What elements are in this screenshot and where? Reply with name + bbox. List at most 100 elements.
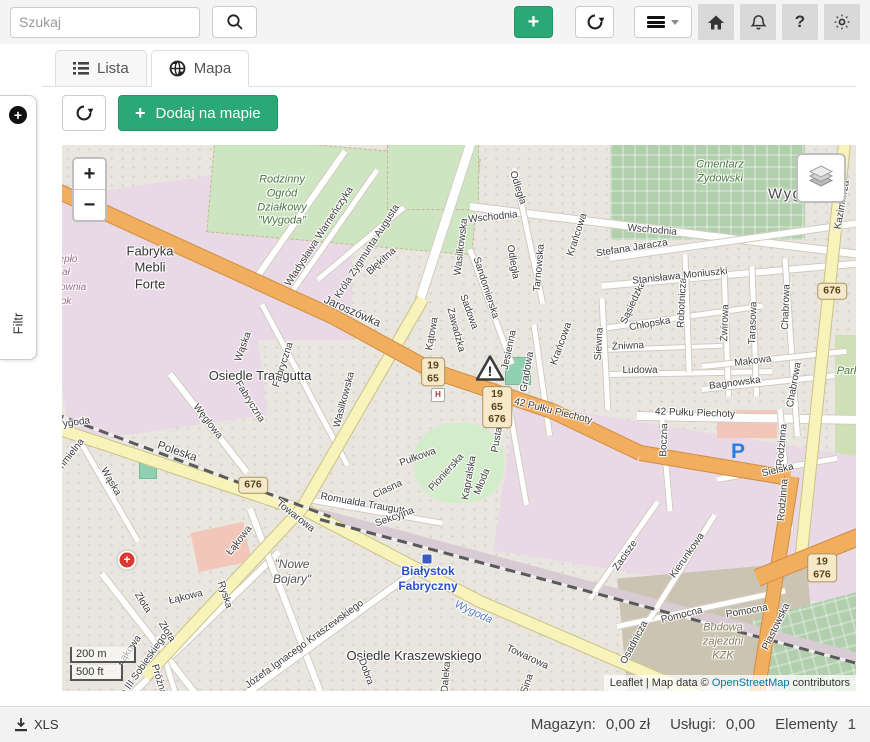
map-road-rail-line: [320, 518, 856, 670]
openstreetmap-link[interactable]: OpenStreetMap: [712, 677, 790, 689]
map-canvas[interactable]: + − 200 m 500 ft Leaflet | Map data © Op…: [62, 145, 856, 691]
map-zoom-control: + −: [72, 157, 107, 222]
map-label: Zawadzka: [443, 306, 467, 353]
filter-expand-button[interactable]: +: [9, 106, 27, 124]
add-button[interactable]: +: [514, 6, 553, 38]
map-label: Pusta: [490, 426, 507, 453]
map-label: Żniwna: [612, 340, 645, 354]
map-road-white: [287, 167, 380, 296]
map-road-white: [200, 557, 433, 691]
refresh-button[interactable]: [575, 6, 614, 38]
filter-label: Filtr: [11, 313, 26, 335]
tab-mapa[interactable]: Mapa: [151, 50, 250, 87]
map-road-yellow: [794, 145, 852, 566]
add-on-map-button[interactable]: + Dodaj na mapie: [118, 95, 278, 131]
map-road-white: [414, 145, 476, 302]
map-label: Chłopska: [628, 315, 671, 335]
search-button[interactable]: [212, 6, 257, 38]
zoom-in-button[interactable]: +: [74, 159, 105, 190]
map-label: Fabryczna: [231, 379, 266, 425]
map-label: Pułkowa: [398, 446, 438, 471]
map-label: epło: [62, 254, 77, 267]
map-label: Park: [837, 365, 856, 379]
list-icon: [73, 62, 89, 75]
map-label: Boczna: [658, 423, 672, 457]
layers-icon: [807, 165, 835, 191]
map-label: "Nowe Bojary": [273, 557, 311, 587]
map-road-yellow: [296, 295, 429, 512]
map-label: Kątowa: [424, 316, 442, 351]
map-road-white: [469, 202, 856, 259]
attribution-suffix: contributors: [789, 677, 850, 689]
map-road-white: [602, 343, 722, 353]
menu-button[interactable]: [634, 6, 692, 38]
map-road-white: [301, 495, 442, 527]
map-road-white: [777, 409, 795, 531]
map-label: Stanisława Moniuszki: [632, 266, 728, 288]
map-label: Żwirowa: [719, 304, 733, 342]
map-road-rail-band: [318, 509, 856, 670]
hamburger-icon: [647, 16, 665, 28]
map-road-white: [587, 499, 660, 600]
map-area-pitch: [505, 357, 531, 385]
settings-button[interactable]: [824, 4, 860, 40]
map-label: Ryska: [214, 580, 234, 610]
xls-export-button[interactable]: XLS: [14, 717, 59, 732]
map-label: Sina: [519, 672, 538, 691]
map-label: Zacisze: [611, 538, 641, 573]
map-road-yellow: [299, 502, 483, 607]
map-label: Krańcowa: [565, 212, 591, 258]
map-refresh-button[interactable]: [62, 95, 106, 131]
map-label: Białystok Fabryczny: [398, 564, 457, 594]
map-label: Wasilkowska: [332, 371, 359, 430]
map-area-green-island: [414, 423, 504, 503]
map-road-orange: [549, 404, 644, 461]
search-input[interactable]: [10, 7, 200, 38]
warning-marker-icon[interactable]: !: [475, 355, 505, 382]
zoom-out-button[interactable]: −: [74, 190, 105, 220]
medical-marker-icon[interactable]: +: [118, 551, 137, 570]
map-road-yellow: [140, 504, 306, 681]
add-on-map-label: Dodaj na mapie: [156, 105, 261, 122]
notifications-button[interactable]: [740, 4, 776, 40]
elementy-value: 1: [848, 716, 856, 733]
map-label: Odległa: [503, 244, 521, 280]
help-button[interactable]: ?: [782, 4, 818, 40]
map-label: Tarnowska: [532, 244, 549, 293]
map-label: Sandomierska: [469, 256, 501, 321]
map-label: łownia: [62, 282, 86, 295]
tab-lista[interactable]: Lista: [55, 50, 147, 87]
gear-icon: [833, 13, 851, 31]
map-label: Chabrowa: [785, 361, 805, 408]
layers-control[interactable]: [796, 153, 846, 203]
map-area-pink: [92, 220, 352, 340]
elementy-label: Elementy: [775, 716, 838, 733]
map-label: Józefa Ignacego Kraszewskiego: [243, 598, 366, 691]
map-label: Węglowa: [189, 402, 224, 442]
uslugi-label: Usługi:: [670, 716, 716, 733]
map-label: Sąsiedzka: [619, 279, 650, 326]
map-label: Próżna: [147, 663, 168, 691]
map-label: Wschodnia: [468, 209, 519, 227]
map-road-white: [504, 393, 530, 505]
map-road-white: [511, 167, 547, 303]
map-road-white: [721, 266, 733, 396]
map-label: Sadowa: [456, 293, 480, 331]
map-road-white: [782, 258, 801, 436]
bell-icon: [750, 14, 767, 31]
home-button[interactable]: [698, 4, 734, 40]
map-area-green-grid: [610, 145, 805, 240]
map-label: Osadnicza: [618, 619, 651, 667]
map-label: Błękitna: [365, 245, 400, 278]
xls-label: XLS: [34, 717, 59, 732]
map-road-white: [702, 347, 847, 369]
map-label: Fabryczna: [271, 341, 297, 389]
map-label: Władysława Warneńczyka: [283, 185, 357, 289]
map-label: Złota: [131, 590, 153, 615]
map-road-white: [602, 259, 856, 290]
map-label: Łąkowa: [168, 588, 204, 608]
map-area-green-grid: [752, 573, 856, 691]
map-label: Rodzinna: [775, 423, 791, 466]
scale-metric: 200 m: [70, 647, 136, 663]
map-label: Młoda: [472, 467, 494, 497]
